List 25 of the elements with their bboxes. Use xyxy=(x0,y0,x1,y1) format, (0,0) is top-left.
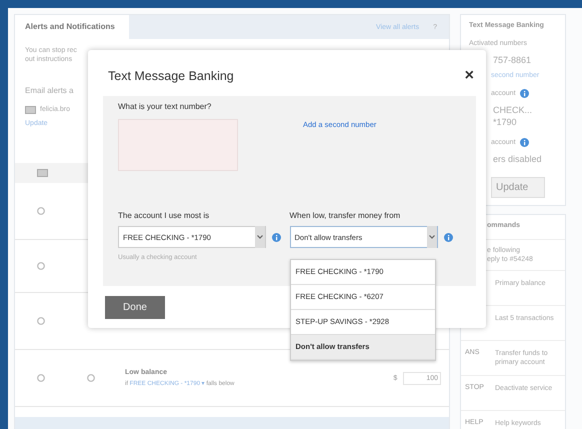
caret-icon xyxy=(255,226,265,248)
radio-icon xyxy=(37,374,45,382)
envelope-icon xyxy=(25,106,36,114)
field-label: When low, transfer money from xyxy=(290,211,402,220)
radio-icon xyxy=(37,207,45,215)
radio-icon xyxy=(37,262,45,270)
radio-icon xyxy=(37,317,45,325)
update-button[interactable]: Update xyxy=(491,177,546,198)
question-label: What is your text number? xyxy=(118,102,212,111)
caret-icon xyxy=(426,226,436,248)
info-icon xyxy=(444,232,452,242)
dialog-title: Text Message Banking xyxy=(108,69,234,83)
close-button[interactable]: × xyxy=(464,69,474,83)
info-icon xyxy=(520,138,529,147)
info-icon xyxy=(272,232,281,242)
email-alerts-label: Email alerts a xyxy=(25,86,74,95)
panel-tab[interactable]: Alerts and Notifications xyxy=(15,15,129,39)
info-icon xyxy=(520,89,529,98)
envelope-icon xyxy=(37,169,48,177)
setting-value: CHECK... *1790 xyxy=(492,104,534,128)
field-label: The account I use most is xyxy=(118,211,210,220)
setting-value: ers disabled xyxy=(492,153,543,165)
radio-icon xyxy=(87,374,95,382)
done-button[interactable]: Done xyxy=(105,296,165,319)
phone-number: 757-8861 xyxy=(492,54,532,66)
